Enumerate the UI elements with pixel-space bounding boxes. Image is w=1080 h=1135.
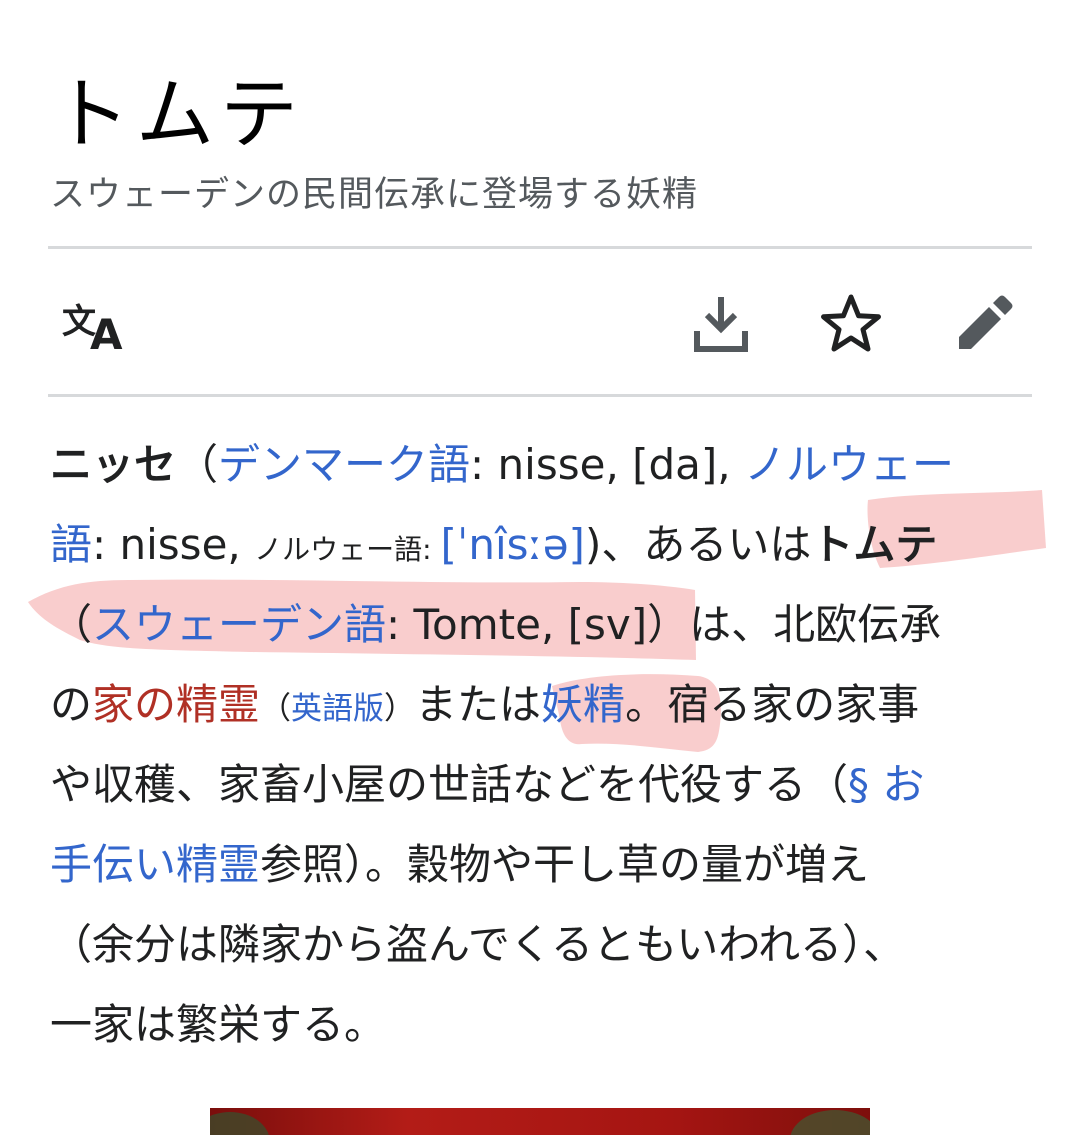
watch-star-button[interactable] — [816, 288, 886, 358]
paragraph-line-5: や収穫、家畜小屋の世話などを代役する（§ お — [50, 760, 925, 809]
article-lead-paragraph: ニッセ（デンマーク語: nisse, [da], ノルウェー 語: nisse,… — [50, 425, 1040, 1065]
star-icon — [821, 294, 881, 352]
language-button[interactable]: 文 A — [58, 290, 138, 360]
link-norwegian-language-cont[interactable]: 語 — [50, 520, 92, 569]
download-icon — [694, 297, 748, 352]
article-lead-image[interactable] — [210, 1108, 870, 1135]
page-title: トムテ — [52, 70, 305, 160]
paragraph-line-8: 一家は繁栄する。 — [50, 1000, 387, 1049]
bold-term-tomte: トムテ — [811, 520, 938, 569]
paragraph-line-2: 語: nisse, ノルウェー語: [ˈnîsːə])、あるいはトムテ — [50, 520, 938, 569]
link-ipa-pronunciation[interactable]: [ˈnîsːə] — [440, 520, 584, 569]
link-house-spirit-redlink[interactable]: 家の精霊 — [92, 680, 260, 729]
edit-button[interactable] — [948, 288, 1018, 358]
edit-pencil-icon — [959, 295, 1013, 349]
paragraph-line-4: の家の精霊（英語版）または妖精。宿る家の家事 — [50, 680, 920, 729]
link-section-helper-spirit[interactable]: § お — [848, 760, 924, 809]
small-norwegian-label: ノルウェー語: — [254, 533, 441, 566]
link-swedish-language[interactable]: スウェーデン語 — [92, 600, 386, 649]
link-danish-language[interactable]: デンマーク語 — [218, 440, 470, 489]
paragraph-line-3: （スウェーデン語: Tomte, [sv]）は、北欧伝承 — [50, 600, 942, 649]
link-norwegian-language[interactable]: ノルウェー — [744, 440, 954, 489]
paragraph-line-7: （余分は隣家から盗んでくるともいわれる）、 — [50, 920, 906, 969]
link-fairy[interactable]: 妖精 — [541, 680, 625, 729]
link-english-version[interactable]: 英語版 — [291, 691, 384, 727]
download-button[interactable] — [686, 288, 756, 358]
link-section-helper-spirit-cont[interactable]: 手伝い精霊 — [50, 840, 260, 889]
page-subtitle: スウェーデンの民間伝承に登場する妖精 — [50, 175, 699, 215]
paragraph-line-1: ニッセ（デンマーク語: nisse, [da], ノルウェー — [50, 440, 955, 489]
divider-top — [48, 246, 1032, 249]
language-icon: 文 A — [62, 302, 123, 359]
bold-term-nisse: ニッセ — [50, 440, 177, 489]
divider-bottom — [48, 394, 1032, 397]
paragraph-line-6: 手伝い精霊参照）。穀物や干し草の量が増え — [50, 840, 870, 889]
